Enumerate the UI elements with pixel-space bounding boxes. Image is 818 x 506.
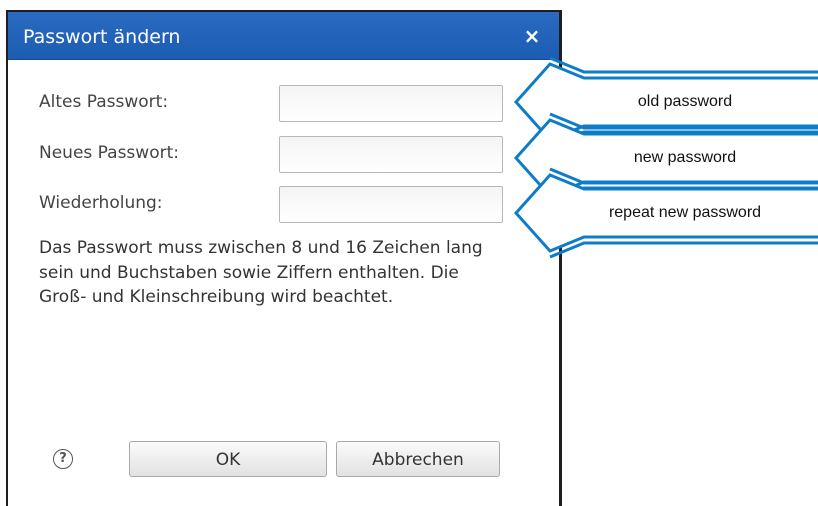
dialog-titlebar[interactable]: Passwort ändern × bbox=[8, 12, 559, 60]
ok-button[interactable]: OK bbox=[129, 441, 327, 477]
repeat-password-label: Wiederholung: bbox=[39, 193, 163, 213]
callout-label: old password bbox=[637, 93, 733, 110]
close-icon[interactable]: × bbox=[519, 21, 545, 51]
help-icon[interactable]: ? bbox=[53, 449, 73, 469]
change-password-dialog: Passwort ändern × Altes Passwort: Neues … bbox=[6, 10, 562, 506]
repeat-password-input[interactable] bbox=[279, 186, 503, 223]
new-password-input[interactable] bbox=[279, 136, 503, 173]
cancel-button[interactable]: Abbrechen bbox=[336, 441, 500, 477]
callout-repeat-password: repeat new password bbox=[512, 167, 818, 259]
old-password-input[interactable] bbox=[279, 85, 503, 122]
screenshot-stage: Passwort ändern × Altes Passwort: Neues … bbox=[0, 0, 818, 506]
new-password-label: Neues Passwort: bbox=[39, 143, 179, 163]
dialog-body: Altes Passwort: Neues Passwort: Wiederho… bbox=[8, 60, 559, 506]
password-requirements-text: Das Passwort muss zwischen 8 und 16 Zeic… bbox=[39, 238, 483, 307]
old-password-label: Altes Passwort: bbox=[39, 92, 169, 112]
dialog-title: Passwort ändern bbox=[23, 26, 181, 48]
callout-label: repeat new password bbox=[608, 204, 762, 221]
callout-label: new password bbox=[633, 149, 737, 166]
